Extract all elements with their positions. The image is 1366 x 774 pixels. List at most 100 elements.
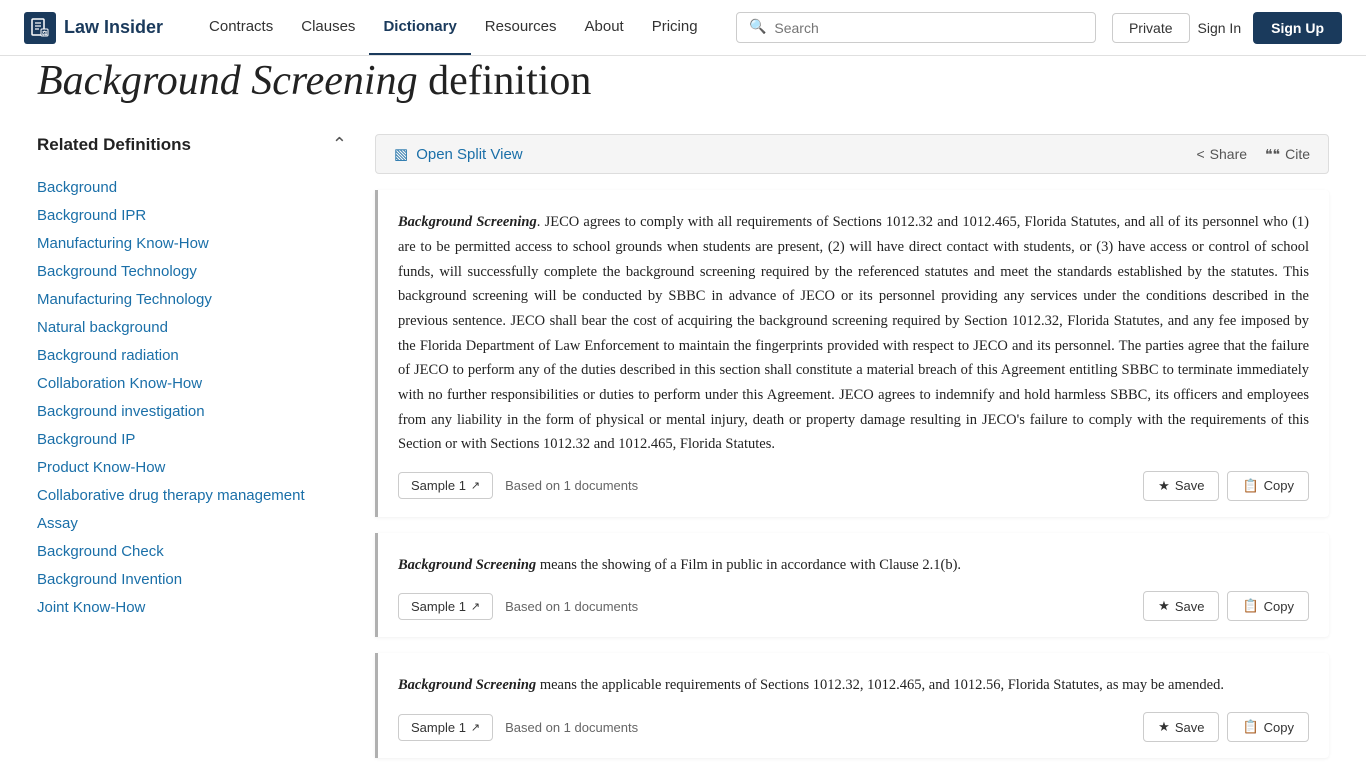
nav-dictionary[interactable]: Dictionary — [369, 0, 470, 55]
signin-button[interactable]: Sign In — [1198, 20, 1242, 36]
share-icon: < — [1196, 146, 1204, 162]
cite-icon: ❝❝ — [1265, 146, 1280, 163]
card-footer-right: ★ Save 📋 Copy — [1143, 712, 1309, 742]
sidebar-list-item: Background IP — [37, 431, 347, 449]
sidebar-link[interactable]: Collaboration Know-How — [37, 375, 202, 392]
sidebar-link[interactable]: Background Check — [37, 543, 164, 560]
nav-resources[interactable]: Resources — [471, 0, 571, 55]
sidebar-list-item: Background IPR — [37, 207, 347, 225]
sidebar-list-item: Background investigation — [37, 403, 347, 421]
sample-label: Sample 1 — [411, 478, 466, 493]
save-label: Save — [1175, 720, 1205, 735]
private-button[interactable]: Private — [1112, 13, 1190, 43]
sidebar-link[interactable]: Background investigation — [37, 403, 205, 420]
card-footer: Sample 1 ↗ Based on 1 documents ★Save 📋Copy — [398, 591, 1309, 621]
sidebar-link[interactable]: Manufacturing Know-How — [37, 235, 209, 252]
sidebar-link[interactable]: Background radiation — [37, 347, 179, 364]
definition-text: Background Screening means the showing o… — [398, 553, 1309, 578]
card-footer: Sample 1 ↗ Based on 1 documents ★ Save 📋 Copy — [398, 712, 1309, 742]
sample-button[interactable]: Sample 1 ↗ — [398, 472, 493, 499]
definition-body: means the showing of a Film in public in… — [536, 557, 961, 573]
definition-text: Background Screening means the applicabl… — [398, 673, 1309, 698]
sidebar-link[interactable]: Natural background — [37, 319, 168, 336]
sidebar-list-item: Joint Know-How — [37, 599, 347, 617]
search-icon: 🔍 — [749, 19, 766, 36]
definition-body: means the applicable requirements of Sec… — [536, 677, 1224, 693]
sidebar-link[interactable]: Joint Know-How — [37, 599, 145, 616]
page-title-italic: Background Screening — [37, 58, 418, 104]
card-footer: Sample 1 ↗ Based on 1 documents ★Save 📋 Copy — [398, 471, 1309, 501]
definition-text: Background Screening. JECO agrees to com… — [398, 210, 1309, 456]
definition-term: Background Screening — [398, 214, 537, 230]
save-button[interactable]: ★Save — [1143, 471, 1219, 501]
definition-body: . JECO agrees to comply with all require… — [398, 214, 1309, 452]
logo[interactable]: ⚖ Law Insider — [24, 12, 163, 44]
share-label: Share — [1210, 146, 1247, 162]
search-bar: 🔍 — [736, 12, 1096, 43]
sample-label: Sample 1 — [411, 599, 466, 614]
nav-about[interactable]: About — [571, 0, 638, 55]
sidebar-list-item: Background radiation — [37, 347, 347, 365]
definition-card: Background Screening. JECO agrees to com… — [375, 190, 1329, 516]
sidebar-list-item: Background Check — [37, 543, 347, 561]
signup-button[interactable]: Sign Up — [1253, 12, 1342, 44]
save-label: Save — [1175, 478, 1205, 493]
copy-label: Copy — [1264, 478, 1294, 493]
based-on-text: Based on 1 documents — [505, 720, 638, 735]
card-footer-left: Sample 1 ↗ Based on 1 documents — [398, 593, 638, 620]
sidebar-link[interactable]: Background IP — [37, 431, 135, 448]
nav-contracts[interactable]: Contracts — [195, 0, 287, 55]
copy-button[interactable]: 📋 Copy — [1227, 471, 1309, 501]
logo-icon: ⚖ — [24, 12, 56, 44]
sidebar-list-item: Natural background — [37, 319, 347, 337]
definition-cards: Background Screening. JECO agrees to com… — [375, 190, 1329, 758]
sidebar-list-item: Product Know-How — [37, 459, 347, 477]
sample-label: Sample 1 — [411, 720, 466, 735]
nav-pricing[interactable]: Pricing — [638, 0, 712, 55]
content-area: ▧ Open Split View < Share ❝❝ Cite — [375, 134, 1329, 774]
sidebar-header: Related Definitions ⌃ — [37, 134, 347, 163]
sidebar-link[interactable]: Manufacturing Technology — [37, 291, 212, 308]
save-label: Save — [1175, 599, 1205, 614]
split-view-label: Open Split View — [416, 146, 522, 163]
based-on-text: Based on 1 documents — [505, 478, 638, 493]
sidebar-title: Related Definitions — [37, 135, 191, 155]
save-button[interactable]: ★ Save — [1143, 712, 1219, 742]
sidebar-toggle[interactable]: ⌃ — [332, 134, 347, 155]
based-on-text: Based on 1 documents — [505, 599, 638, 614]
copy-icon: 📋 — [1242, 719, 1258, 735]
sample-button[interactable]: Sample 1 ↗ — [398, 714, 493, 741]
open-split-view[interactable]: ▧ Open Split View — [394, 145, 523, 163]
sidebar-link[interactable]: Background IPR — [37, 207, 146, 224]
copy-button[interactable]: 📋Copy — [1227, 591, 1309, 621]
share-button[interactable]: < Share — [1196, 146, 1247, 162]
copy-icon: 📋 — [1242, 598, 1258, 614]
sidebar-list-item: Assay — [37, 515, 347, 533]
split-view-actions: < Share ❝❝ Cite — [1196, 146, 1310, 163]
copy-button[interactable]: 📋 Copy — [1227, 712, 1309, 742]
sidebar-list: Background Background IPR Manufacturing Kn… — [37, 179, 347, 617]
sidebar-link[interactable]: Product Know-How — [37, 459, 165, 476]
svg-text:⚖: ⚖ — [42, 30, 48, 37]
star-icon: ★ — [1158, 719, 1170, 735]
split-view-bar: ▧ Open Split View < Share ❝❝ Cite — [375, 134, 1329, 174]
logo-text: Law Insider — [64, 17, 163, 38]
sidebar-link[interactable]: Collaborative drug therapy management — [37, 487, 305, 504]
sidebar-list-item: Background Technology — [37, 263, 347, 281]
sidebar-link[interactable]: Background Technology — [37, 263, 197, 280]
nav-clauses[interactable]: Clauses — [287, 0, 369, 55]
sample-button[interactable]: Sample 1 ↗ — [398, 593, 493, 620]
sidebar-link[interactable]: Assay — [37, 515, 78, 532]
main-nav: Contracts Clauses Dictionary Resources A… — [195, 0, 712, 55]
save-button[interactable]: ★Save — [1143, 591, 1219, 621]
definition-term: Background Screening — [398, 677, 536, 693]
copy-label: Copy — [1264, 720, 1294, 735]
search-input[interactable] — [774, 20, 1083, 36]
sidebar-link[interactable]: Background Invention — [37, 571, 182, 588]
sidebar-link[interactable]: Background — [37, 179, 117, 196]
card-footer-right: ★Save 📋 Copy — [1143, 471, 1309, 501]
cite-button[interactable]: ❝❝ Cite — [1265, 146, 1310, 163]
copy-icon: 📋 — [1242, 478, 1258, 494]
page-title-normal: definition — [418, 58, 592, 104]
content-wrapper: Background Screening definition Related … — [13, 56, 1353, 774]
